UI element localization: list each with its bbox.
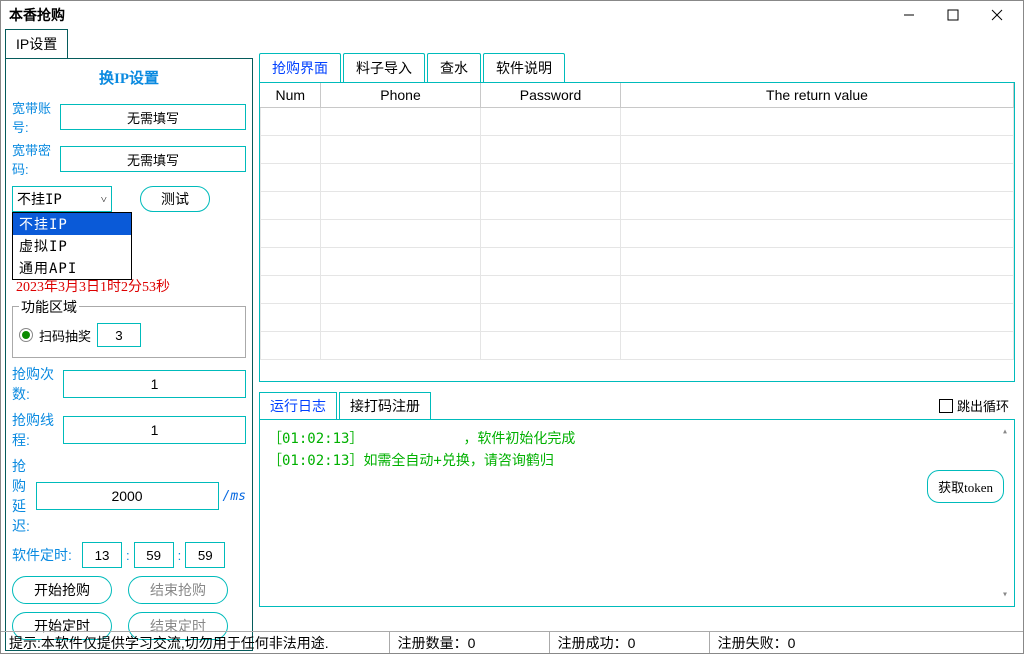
ip-mode-select[interactable]: 不挂IP [12, 186, 112, 212]
tab-import[interactable]: 料子导入 [343, 53, 425, 82]
buy-count-input[interactable] [63, 370, 246, 398]
function-group: 功能区域 扫码抽奖 [12, 306, 246, 358]
log-box[interactable]: ［01:02:13］，软件初始化完成 ［01:02:13］如需全自动+兑换，请咨… [259, 419, 1015, 607]
minimize-button[interactable] [887, 1, 931, 29]
ip-mode-selected: 不挂IP [17, 189, 62, 209]
ip-mode-dropdown: 不挂IP 虚拟IP 通用API [12, 212, 132, 280]
scan-lottery-value[interactable] [97, 323, 141, 347]
ip-mode-option-1[interactable]: 虚拟IP [13, 235, 131, 257]
ip-settings-title: 换IP设置 [12, 65, 246, 94]
right-panel: 抢购界面 料子导入 查水 软件说明 Num Phone Password The… [259, 53, 1015, 629]
th-phone: Phone [321, 83, 481, 108]
start-buy-button[interactable]: 开始抢购 [12, 576, 112, 604]
window-buttons [887, 1, 1019, 29]
broadband-pwd-input[interactable] [60, 146, 246, 172]
test-button[interactable]: 测试 [140, 186, 210, 212]
buy-count-label: 抢购次数: [12, 364, 63, 404]
left-panel: IP设置 换IP设置 宽带账号: 宽带密码: 不挂IP 不挂IP 虚拟IP 通用… [5, 29, 253, 629]
tab-ip-settings[interactable]: IP设置 [5, 29, 68, 58]
delay-unit: /ms [223, 489, 246, 504]
break-loop-checkbox[interactable] [939, 399, 953, 413]
scan-lottery-radio[interactable] [19, 328, 33, 342]
buy-delay-label: 抢购延迟: [12, 456, 36, 536]
scan-lottery-label: 扫码抽奖 [39, 326, 91, 345]
th-num: Num [261, 83, 321, 108]
status-reg-count: 注册数量：0 [389, 632, 549, 653]
tab-run-log[interactable]: 运行日志 [259, 392, 337, 419]
close-button[interactable] [975, 1, 1019, 29]
get-token-button[interactable]: 获取token [927, 470, 1004, 503]
buy-thread-label: 抢购线程: [12, 410, 63, 450]
function-group-title: 功能区域 [19, 297, 79, 317]
buy-thread-input[interactable] [63, 416, 246, 444]
th-password: Password [481, 83, 621, 108]
broadband-user-input[interactable] [60, 104, 246, 130]
accounts-table[interactable]: Num Phone Password The return value [259, 82, 1015, 382]
maximize-button[interactable] [931, 1, 975, 29]
tab-check[interactable]: 查水 [427, 53, 481, 82]
scroll-down-icon: ▾ [1002, 589, 1008, 600]
broadband-pwd-label: 宽带密码: [12, 140, 60, 178]
titlebar: 本香抢购 [1, 1, 1023, 29]
status-bar: 提示:本软件仅提供学习交流,切勿用于任何非法用途. 注册数量：0 注册成功：0 … [1, 631, 1023, 653]
status-tip: 提示:本软件仅提供学习交流,切勿用于任何非法用途. [1, 632, 389, 653]
broadband-user-label: 宽带账号: [12, 98, 60, 136]
break-loop-label: 跳出循环 [957, 396, 1009, 415]
ip-mode-option-0[interactable]: 不挂IP [13, 213, 131, 235]
status-reg-ok: 注册成功：0 [549, 632, 709, 653]
timer-sec[interactable] [185, 542, 225, 568]
status-reg-fail: 注册失败：0 [709, 632, 869, 653]
log-scrollbar[interactable]: ▴ ▾ [998, 426, 1012, 600]
stop-buy-button[interactable]: 结束抢购 [128, 576, 228, 604]
window-title: 本香抢购 [9, 5, 65, 25]
buy-delay-input[interactable] [36, 482, 219, 510]
ip-mode-option-2[interactable]: 通用API [13, 257, 131, 279]
tab-help[interactable]: 软件说明 [483, 53, 565, 82]
timer-label: 软件定时: [12, 545, 82, 565]
timer-min[interactable] [134, 542, 174, 568]
timer-hour[interactable] [82, 542, 122, 568]
scroll-up-icon: ▴ [1002, 426, 1008, 437]
tab-captcha-reg[interactable]: 接打码注册 [339, 392, 431, 419]
th-return: The return value [621, 83, 1014, 108]
tab-buy-ui[interactable]: 抢购界面 [259, 53, 341, 82]
